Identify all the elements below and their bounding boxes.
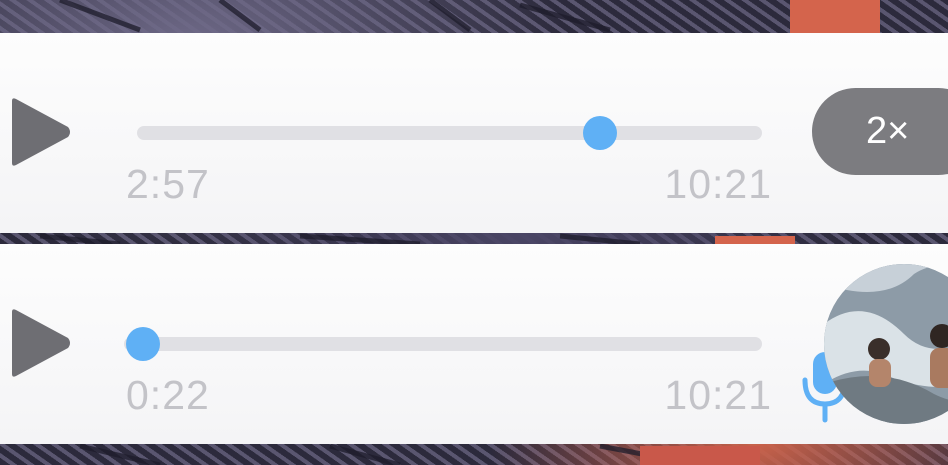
- progress-track[interactable]: [124, 327, 762, 361]
- duration-time: 10:21: [664, 161, 772, 207]
- progress-knob[interactable]: [126, 327, 161, 361]
- play-icon: [12, 98, 70, 166]
- play-icon: [12, 309, 70, 377]
- progress-track[interactable]: [137, 116, 762, 150]
- voice-message-bubble: 2:57 10:21 2×: [0, 33, 948, 233]
- playback-speed-button[interactable]: 2×: [812, 88, 948, 175]
- duration-time: 10:21: [664, 372, 772, 418]
- elapsed-time: 0:22: [126, 372, 210, 418]
- play-button[interactable]: [8, 97, 72, 167]
- progress-knob[interactable]: [582, 116, 617, 150]
- elapsed-time: 2:57: [126, 161, 210, 207]
- chat-screen: 2:57 10:21 2× 0:22 10:21: [0, 0, 948, 465]
- voice-message-bubble: 0:22 10:21: [0, 244, 948, 444]
- playback-speed-label: 2×: [866, 110, 910, 152]
- play-button[interactable]: [8, 308, 72, 378]
